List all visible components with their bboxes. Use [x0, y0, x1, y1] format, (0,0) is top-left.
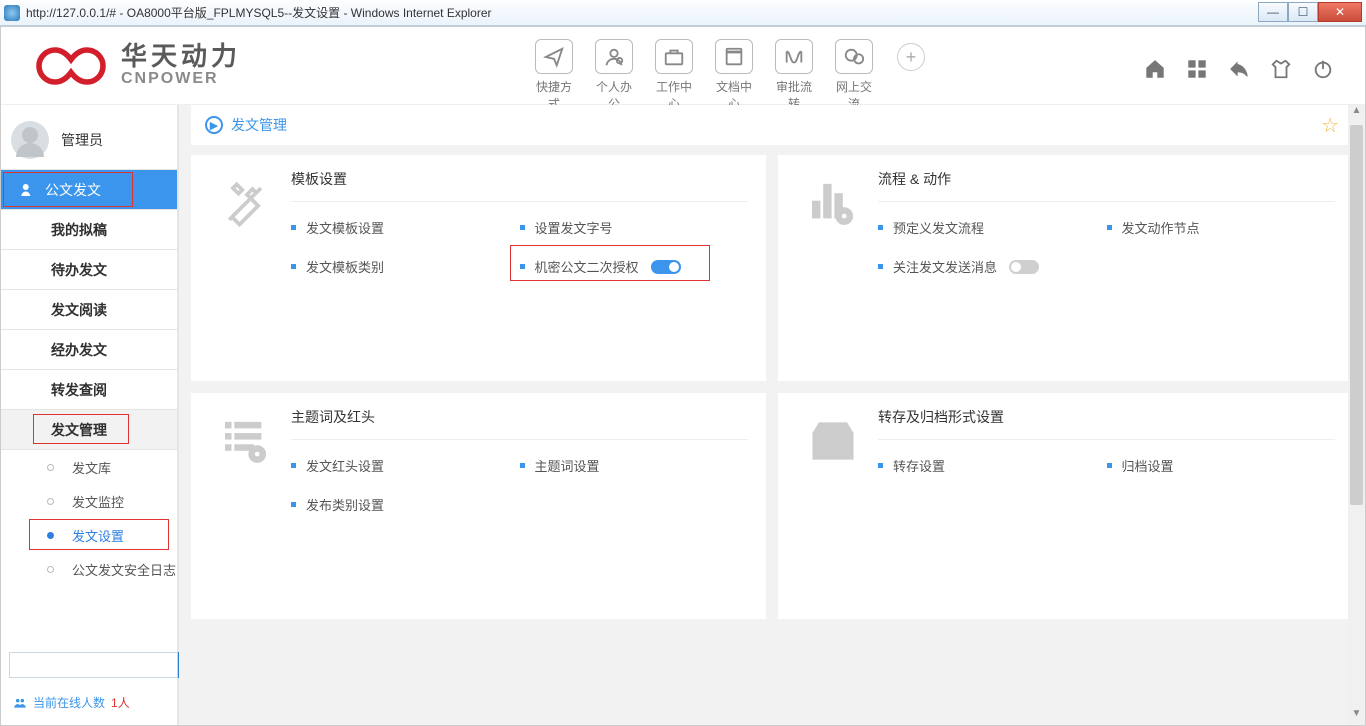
sidebar-footer: 当前在线人数 1人 [1, 644, 177, 725]
close-button[interactable]: ✕ [1318, 2, 1362, 22]
sidebar-item-read[interactable]: 发文阅读 [1, 290, 177, 330]
window-titlebar: http://127.0.0.1/# - OA8000平台版_FPLMYSQL5… [0, 0, 1366, 26]
sidebar-top-doc-send[interactable]: 公文发文 [1, 170, 177, 210]
card-archive: 转存及归档形式设置 转存设置 归档设置 [778, 393, 1353, 619]
reply-icon[interactable] [1227, 57, 1251, 81]
sidebar-sub-log[interactable]: 公文发文安全日志 [1, 552, 177, 586]
nav-chat[interactable]: 网上交流 [831, 39, 877, 112]
card-title: 模板设置 [291, 169, 748, 202]
nav-shortcut[interactable]: 快捷方式 [531, 39, 577, 112]
favorite-star-icon[interactable]: ☆ [1321, 113, 1339, 138]
link-transfer[interactable]: 转存设置 [878, 456, 1107, 475]
sidebar-menu: 公文发文 我的拟稿 待办发文 发文阅读 经办发文 转发查阅 发文管理 发文库 发… [1, 169, 177, 586]
nav-docs[interactable]: 文档中心 [711, 39, 757, 112]
card-template: 模板设置 发文模板设置 设置发文字号 发文模板类别 机密公文二次授权 [191, 155, 766, 381]
top-nav: 快捷方式 个人办公 工作中心 文档中心 审批流转 网上交流 + [531, 39, 925, 112]
nav-personal[interactable]: 个人办公 [591, 39, 637, 112]
crumb-arrow-icon: ▶ [205, 116, 223, 134]
brand-logo: 华天动力 CNPOWER [31, 41, 241, 91]
crumb-title: 发文管理 [231, 115, 287, 135]
card-grid: 模板设置 发文模板设置 设置发文字号 发文模板类别 机密公文二次授权 流程 & … [191, 155, 1353, 619]
search-input[interactable] [9, 652, 178, 678]
card-theme: 主题词及红头 发文红头设置 主题词设置 发布类别设置 [191, 393, 766, 619]
shirt-icon[interactable] [1269, 57, 1293, 81]
main-area: ▶ 发文管理 ☆ 模板设置 发文模板设置 设置发文字号 发文模板类别 机密公文二… [179, 105, 1365, 725]
header-right [1143, 57, 1335, 81]
link-redhead[interactable]: 发文红头设置 [291, 456, 520, 475]
card-flow: 流程 & 动作 预定义发文流程 发文动作节点 关注发文发送消息 [778, 155, 1353, 381]
link-predef-flow[interactable]: 预定义发文流程 [878, 218, 1107, 237]
card-title: 流程 & 动作 [878, 169, 1335, 202]
user-box: 管理员 [1, 111, 177, 169]
sidebar-item-forward[interactable]: 转发查阅 [1, 370, 177, 410]
scrollbar-thumb[interactable] [1350, 125, 1363, 505]
online-count: 当前在线人数 1人 [9, 688, 169, 717]
link-subject[interactable]: 主题词设置 [520, 456, 749, 475]
link-tpl-category[interactable]: 发文模板类别 [291, 257, 520, 276]
home-icon[interactable] [1143, 57, 1167, 81]
window-title: http://127.0.0.1/# - OA8000平台版_FPLMYSQL5… [26, 4, 1362, 21]
link-action-node[interactable]: 发文动作节点 [1107, 218, 1336, 237]
app-header: 华天动力 CNPOWER 快捷方式 个人办公 工作中心 文档中心 审批流转 网上… [1, 27, 1365, 105]
nav-approval[interactable]: 审批流转 [771, 39, 817, 112]
link-tpl-setting[interactable]: 发文模板设置 [291, 218, 520, 237]
ie-icon [4, 5, 20, 21]
sidebar: 管理员 公文发文 我的拟稿 待办发文 发文阅读 经办发文 转发查阅 发文管理 发… [1, 105, 179, 725]
archive-icon [788, 407, 878, 601]
toggle-follow-msg[interactable] [1009, 260, 1039, 274]
tools-icon [201, 169, 291, 363]
link-archive[interactable]: 归档设置 [1107, 456, 1336, 475]
minimize-button[interactable]: — [1258, 2, 1288, 22]
sidebar-item-pending[interactable]: 待办发文 [1, 250, 177, 290]
maximize-button[interactable]: ☐ [1288, 2, 1318, 22]
link-publish-cat[interactable]: 发布类别设置 [291, 495, 520, 514]
sidebar-item-handled[interactable]: 经办发文 [1, 330, 177, 370]
window-buttons: — ☐ ✕ [1258, 2, 1362, 22]
app-frame: 华天动力 CNPOWER 快捷方式 个人办公 工作中心 文档中心 审批流转 网上… [0, 26, 1366, 726]
sidebar-item-drafts[interactable]: 我的拟稿 [1, 210, 177, 250]
nav-add-button[interactable]: + [897, 43, 925, 71]
sidebar-sub-monitor[interactable]: 发文监控 [1, 484, 177, 518]
brand-en: CNPOWER [121, 71, 241, 88]
sidebar-group-manage[interactable]: 发文管理 [1, 410, 177, 450]
toggle-secret-auth[interactable] [651, 260, 681, 274]
chart-gear-icon [788, 169, 878, 363]
apps-icon[interactable] [1185, 57, 1209, 81]
card-title: 转存及归档形式设置 [878, 407, 1335, 440]
app-body: 管理员 公文发文 我的拟稿 待办发文 发文阅读 经办发文 转发查阅 发文管理 发… [1, 105, 1365, 725]
link-follow-msg[interactable]: 关注发文发送消息 [878, 257, 1107, 276]
sidebar-sub-settings[interactable]: 发文设置 [1, 518, 177, 552]
power-icon[interactable] [1311, 57, 1335, 81]
username: 管理员 [61, 130, 103, 150]
list-gear-icon [201, 407, 291, 601]
brand-cn: 华天动力 [121, 43, 241, 70]
breadcrumb: ▶ 发文管理 ☆ [191, 105, 1353, 145]
link-secret-auth[interactable]: 机密公文二次授权 [520, 257, 749, 276]
nav-work[interactable]: 工作中心 [651, 39, 697, 112]
card-title: 主题词及红头 [291, 407, 748, 440]
avatar [11, 121, 49, 159]
link-doc-number[interactable]: 设置发文字号 [520, 218, 749, 237]
sidebar-sub-library[interactable]: 发文库 [1, 450, 177, 484]
scrollbar[interactable]: ▲ ▼ [1348, 105, 1365, 725]
